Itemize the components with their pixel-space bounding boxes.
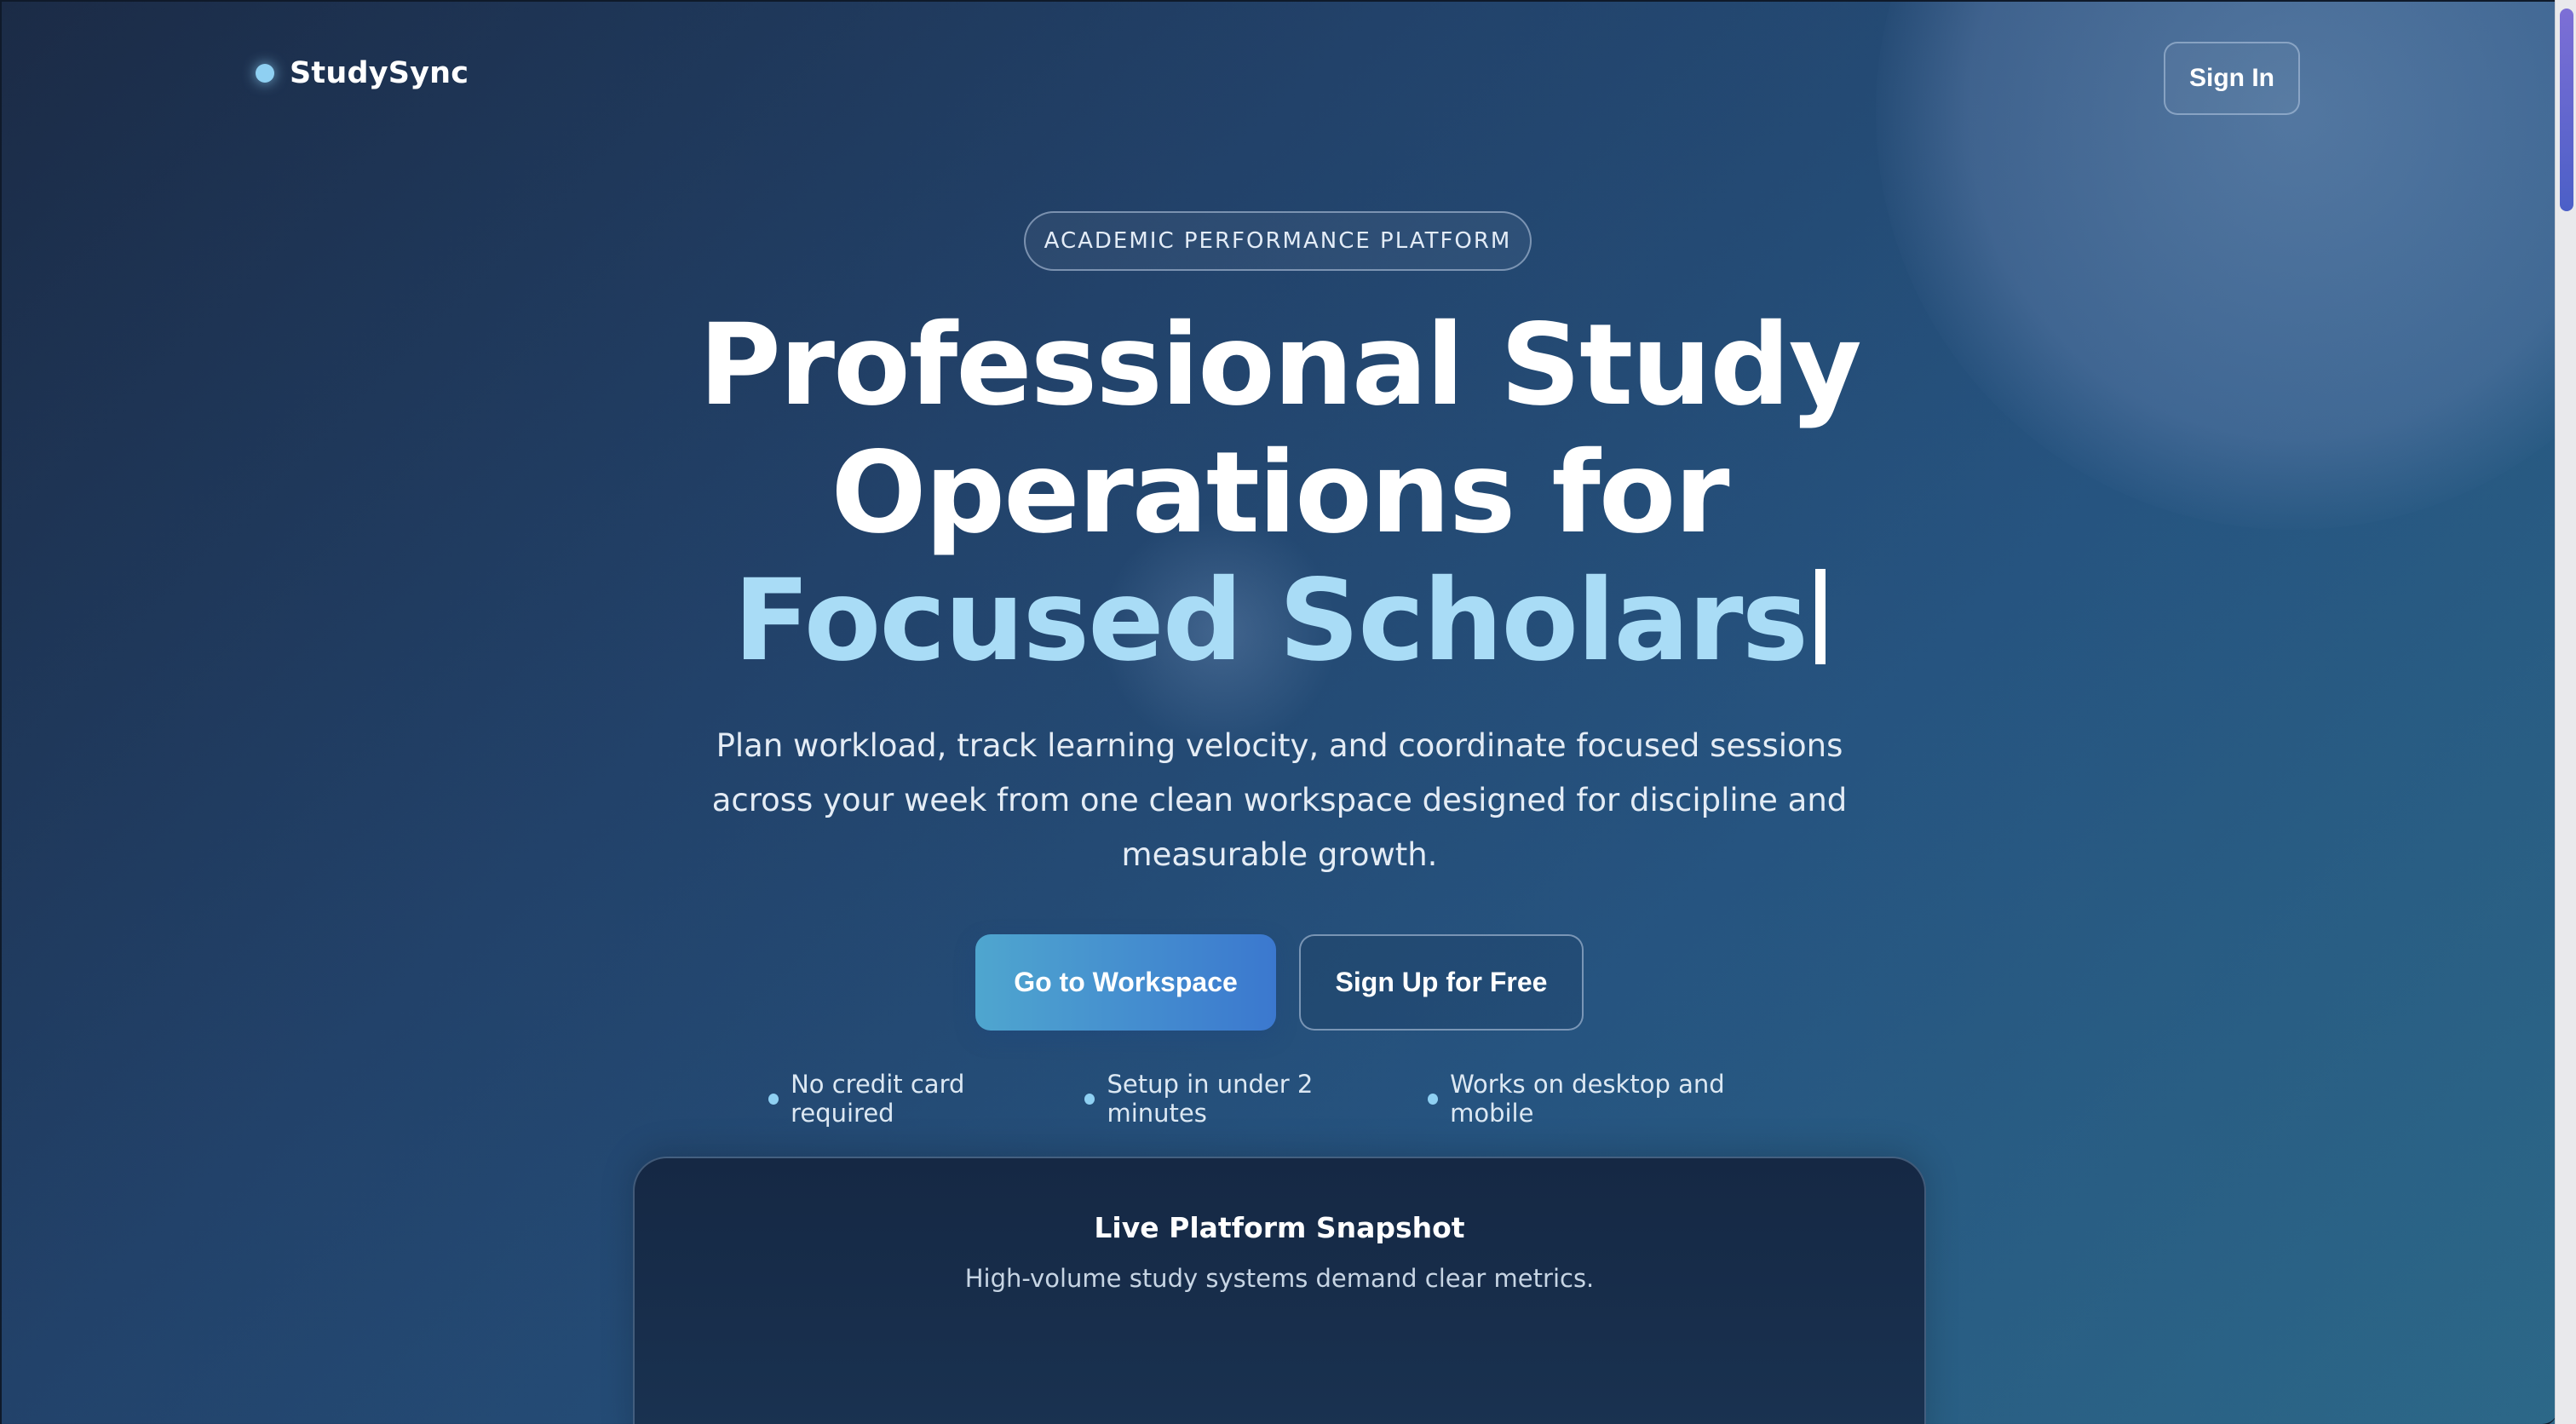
hero-title-accent-text: Focused Scholars [733,555,1808,686]
perk-item: No credit card required [768,1070,1055,1128]
hero-title-line-2: Operations for [831,428,1729,559]
landing-page: StudySync Sign In ACADEMIC PERFORMANCE P… [0,0,2557,1424]
bullet-dot-icon [768,1093,779,1105]
bullet-dot-icon [1084,1093,1095,1105]
perk-label: Works on desktop and mobile [1450,1070,1725,1128]
snapshot-title: Live Platform Snapshot [1094,1211,1465,1244]
perk-label: Setup in under 2 minutes [1107,1070,1314,1128]
go-to-workspace-button[interactable]: Go to Workspace [975,934,1276,1031]
sign-in-button[interactable]: Sign In [2164,42,2300,115]
perks-list: No credit card required Setup in under 2… [768,1070,1791,1128]
snapshot-subtitle: High-volume study systems demand clear m… [964,1264,1595,1293]
brand-logo-link[interactable]: StudySync [256,56,469,90]
vertical-scrollbar[interactable] [2555,0,2576,1424]
typing-cursor [1815,569,1826,664]
perk-item: Works on desktop and mobile [1427,1070,1791,1128]
hero-title: Professional Study Operations for Focuse… [523,301,2036,685]
perk-item: Setup in under 2 minutes [1084,1070,1399,1128]
brand-dot-icon [256,64,274,83]
hero-subtitle: Plan workload, track learning velocity, … [711,727,1848,873]
hero-title-accent: Focused Scholars [523,557,2036,685]
hero-title-line-1: Professional Study [699,300,1861,431]
perk-label: No credit card required [791,1070,965,1128]
scrollbar-thumb[interactable] [2560,9,2573,211]
live-platform-snapshot-card: Live Platform Snapshot High-volume study… [633,1157,1926,1424]
bullet-dot-icon [1427,1093,1439,1105]
sign-up-button[interactable]: Sign Up for Free [1299,934,1584,1031]
eyebrow-badge: ACADEMIC PERFORMANCE PLATFORM [1024,211,1532,271]
brand-name: StudySync [290,56,469,90]
